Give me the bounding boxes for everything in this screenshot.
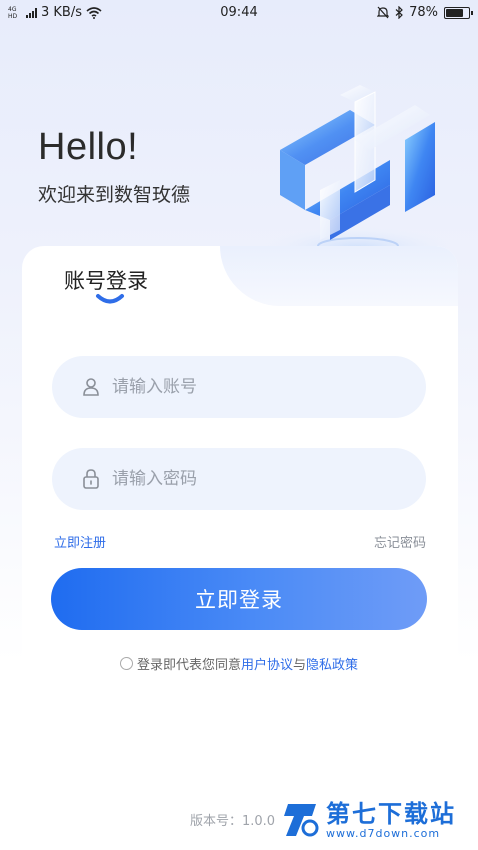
username-field[interactable] (52, 356, 426, 418)
user-icon (83, 378, 99, 396)
password-field[interactable] (52, 448, 426, 510)
lock-icon (83, 469, 99, 489)
forgot-password-link[interactable]: 忘记密码 (374, 532, 426, 551)
version-label: 版本号：1.0.0 (190, 814, 276, 829)
register-link[interactable]: 立即注册 (54, 532, 106, 551)
agreement-prefix: 登录即代表您同意 (136, 658, 241, 673)
watermark-logo-icon (284, 804, 319, 837)
tab-active-indicator (96, 294, 124, 304)
password-input[interactable] (112, 469, 392, 489)
agreement-row: 登录即代表您同意 用户协议 与 隐私政策 (0, 654, 478, 673)
battery-icon (444, 6, 473, 19)
privacy-policy-link[interactable]: 隐私政策 (306, 654, 358, 673)
mute-icon (377, 6, 390, 19)
username-input[interactable] (112, 377, 392, 397)
status-bar: 4G HD 3 KB/s 09:44 78% (0, 0, 478, 26)
bluetooth-icon (395, 6, 403, 19)
battery-fill (446, 8, 464, 17)
welcome-subtitle: 欢迎来到数智玫德 (38, 184, 191, 206)
greeting-title: Hello! (38, 126, 139, 168)
watermark-url: www.d7down.com (326, 826, 441, 840)
tab-account-login[interactable]: 账号登录 (64, 265, 148, 295)
watermark-title: 第七下载站 (326, 799, 456, 828)
watermark-text: 第七下载站 www.d7down.com (326, 801, 456, 840)
site-watermark: 第七下载站 www.d7down.com (282, 800, 456, 840)
user-agreement-link[interactable]: 用户协议 (241, 654, 293, 673)
agreement-and: 与 (293, 658, 307, 673)
agreement-checkbox[interactable] (119, 657, 133, 670)
status-right: 78% (377, 5, 473, 20)
tab-decoration (220, 246, 458, 306)
battery-percent: 78% (409, 5, 438, 20)
login-button[interactable]: 立即登录 (51, 568, 427, 630)
